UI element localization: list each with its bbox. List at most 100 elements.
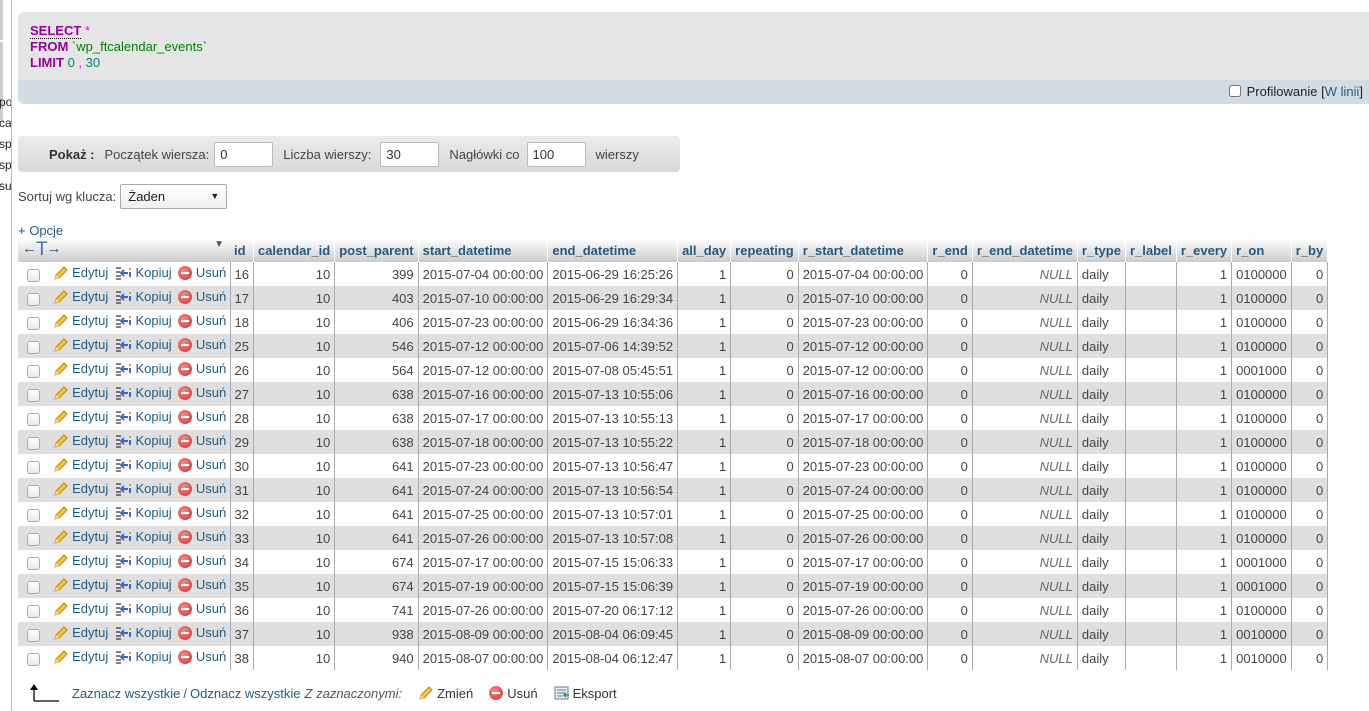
- cell-calendar-id[interactable]: 10: [253, 334, 336, 358]
- cell-all-day[interactable]: 1: [677, 646, 732, 670]
- cell-r-start-datetime[interactable]: 2015-07-12 00:00:00: [798, 358, 929, 382]
- cell-r-label[interactable]: [1125, 598, 1177, 622]
- cell-end-datetime[interactable]: 2015-07-13 10:55:06: [547, 382, 679, 406]
- cell-r-on[interactable]: 0100000: [1231, 310, 1292, 334]
- cell-r-end-datetime[interactable]: NULL: [972, 526, 1078, 550]
- cell-r-end[interactable]: 0: [927, 526, 973, 550]
- cell-r-by[interactable]: 0: [1291, 550, 1329, 574]
- cell-r-by[interactable]: 0: [1291, 262, 1329, 286]
- cell-r-start-datetime[interactable]: 2015-07-26 00:00:00: [798, 598, 929, 622]
- cell-r-end-datetime[interactable]: NULL: [972, 646, 1078, 670]
- cell-post-parent[interactable]: 674: [334, 550, 419, 574]
- cell-r-label[interactable]: [1125, 622, 1177, 646]
- cell-r-type[interactable]: daily: [1077, 526, 1126, 550]
- column-header-r-type[interactable]: r_type: [1077, 238, 1126, 262]
- row-checkbox[interactable]: [27, 652, 40, 666]
- cell-r-end-datetime[interactable]: NULL: [972, 406, 1078, 430]
- delete-row-button[interactable]: Usuń: [177, 649, 226, 664]
- sql-keyword-select[interactable]: SELECT: [30, 23, 82, 39]
- cell-id[interactable]: 32: [230, 502, 254, 526]
- cell-repeating[interactable]: 0: [730, 382, 799, 406]
- cell-start-datetime[interactable]: 2015-07-24 00:00:00: [418, 478, 549, 502]
- cell-id[interactable]: 18: [230, 310, 254, 334]
- column-header-r-end-datetime[interactable]: r_end_datetime: [972, 238, 1078, 262]
- cell-r-every[interactable]: 1: [1176, 406, 1233, 430]
- nav-item[interactable]: cal: [0, 116, 11, 130]
- copy-row-button[interactable]: Kopiuj: [115, 649, 172, 664]
- cell-r-start-datetime[interactable]: 2015-07-16 00:00:00: [798, 382, 929, 406]
- copy-row-button[interactable]: Kopiuj: [115, 577, 172, 592]
- cell-r-type[interactable]: daily: [1077, 286, 1126, 310]
- copy-row-button[interactable]: Kopiuj: [115, 409, 172, 424]
- cell-r-on[interactable]: 0100000: [1231, 502, 1292, 526]
- delete-row-button[interactable]: Usuń: [177, 505, 226, 520]
- cell-r-every[interactable]: 1: [1176, 646, 1233, 670]
- cell-r-by[interactable]: 0: [1291, 334, 1329, 358]
- delete-row-button[interactable]: Usuń: [177, 289, 226, 304]
- cell-id[interactable]: 34: [230, 550, 254, 574]
- edit-row-button[interactable]: Edytuj: [53, 553, 108, 569]
- cell-r-start-datetime[interactable]: 2015-07-17 00:00:00: [798, 406, 929, 430]
- row-checkbox[interactable]: [27, 388, 40, 402]
- cell-id[interactable]: 31: [230, 478, 254, 502]
- inline-edit-link[interactable]: W linii: [1325, 84, 1360, 99]
- cell-r-type[interactable]: daily: [1077, 478, 1126, 502]
- row-checkbox[interactable]: [27, 340, 40, 354]
- cell-r-end[interactable]: 0: [927, 622, 973, 646]
- cell-r-by[interactable]: 0: [1291, 502, 1329, 526]
- cell-end-datetime[interactable]: 2015-07-15 15:06:33: [547, 550, 679, 574]
- cell-r-type[interactable]: daily: [1077, 574, 1126, 598]
- cell-id[interactable]: 30: [230, 454, 254, 478]
- cell-end-datetime[interactable]: 2015-07-13 10:56:54: [547, 478, 679, 502]
- row-checkbox[interactable]: [27, 508, 40, 522]
- cell-r-end[interactable]: 0: [927, 502, 973, 526]
- delete-row-button[interactable]: Usuń: [177, 433, 226, 448]
- cell-r-start-datetime[interactable]: 2015-07-04 00:00:00: [798, 262, 929, 286]
- cell-start-datetime[interactable]: 2015-07-23 00:00:00: [418, 454, 549, 478]
- cell-start-datetime[interactable]: 2015-07-12 00:00:00: [418, 334, 549, 358]
- cell-end-datetime[interactable]: 2015-08-04 06:12:47: [547, 646, 679, 670]
- column-header-calendar-id[interactable]: calendar_id: [253, 238, 336, 262]
- cell-r-label[interactable]: [1125, 430, 1177, 454]
- nav-item[interactable]: spe: [0, 158, 11, 172]
- edit-row-button[interactable]: Edytuj: [53, 481, 108, 497]
- delete-row-button[interactable]: Usuń: [177, 265, 226, 280]
- cell-r-on[interactable]: 0100000: [1231, 286, 1292, 310]
- row-checkbox[interactable]: [27, 484, 40, 498]
- cell-r-label[interactable]: [1125, 574, 1177, 598]
- copy-row-button[interactable]: Kopiuj: [115, 481, 172, 496]
- cell-id[interactable]: 27: [230, 382, 254, 406]
- cell-all-day[interactable]: 1: [677, 310, 732, 334]
- delete-row-button[interactable]: Usuń: [177, 553, 226, 568]
- cell-calendar-id[interactable]: 10: [253, 550, 336, 574]
- cell-start-datetime[interactable]: 2015-07-25 00:00:00: [418, 502, 549, 526]
- cell-r-label[interactable]: [1125, 286, 1177, 310]
- copy-row-button[interactable]: Kopiuj: [115, 289, 172, 304]
- cell-r-on[interactable]: 0100000: [1231, 526, 1292, 550]
- delete-row-button[interactable]: Usuń: [177, 529, 226, 544]
- cell-r-start-datetime[interactable]: 2015-08-09 00:00:00: [798, 622, 929, 646]
- cell-r-start-datetime[interactable]: 2015-07-17 00:00:00: [798, 550, 929, 574]
- edit-row-button[interactable]: Edytuj: [53, 433, 108, 449]
- edit-row-button[interactable]: Edytuj: [53, 529, 108, 545]
- row-checkbox[interactable]: [27, 316, 40, 330]
- cell-r-end-datetime[interactable]: NULL: [972, 286, 1078, 310]
- cell-post-parent[interactable]: 641: [334, 502, 419, 526]
- cell-r-on[interactable]: 0100000: [1231, 430, 1292, 454]
- bulk-delete-button[interactable]: Usuń: [489, 686, 538, 701]
- cell-r-by[interactable]: 0: [1291, 382, 1329, 406]
- cell-start-datetime[interactable]: 2015-07-10 00:00:00: [418, 286, 549, 310]
- copy-row-button[interactable]: Kopiuj: [115, 361, 172, 376]
- cell-id[interactable]: 26: [230, 358, 254, 382]
- cell-r-end-datetime[interactable]: NULL: [972, 310, 1078, 334]
- cell-r-every[interactable]: 1: [1176, 622, 1233, 646]
- cell-repeating[interactable]: 0: [730, 574, 799, 598]
- cell-r-end-datetime[interactable]: NULL: [972, 574, 1078, 598]
- cell-r-every[interactable]: 1: [1176, 454, 1233, 478]
- cell-repeating[interactable]: 0: [730, 550, 799, 574]
- delete-row-button[interactable]: Usuń: [177, 409, 226, 424]
- cell-repeating[interactable]: 0: [730, 286, 799, 310]
- delete-row-button[interactable]: Usuń: [177, 313, 226, 328]
- edit-row-button[interactable]: Edytuj: [53, 337, 108, 353]
- cell-r-on[interactable]: 0100000: [1231, 478, 1292, 502]
